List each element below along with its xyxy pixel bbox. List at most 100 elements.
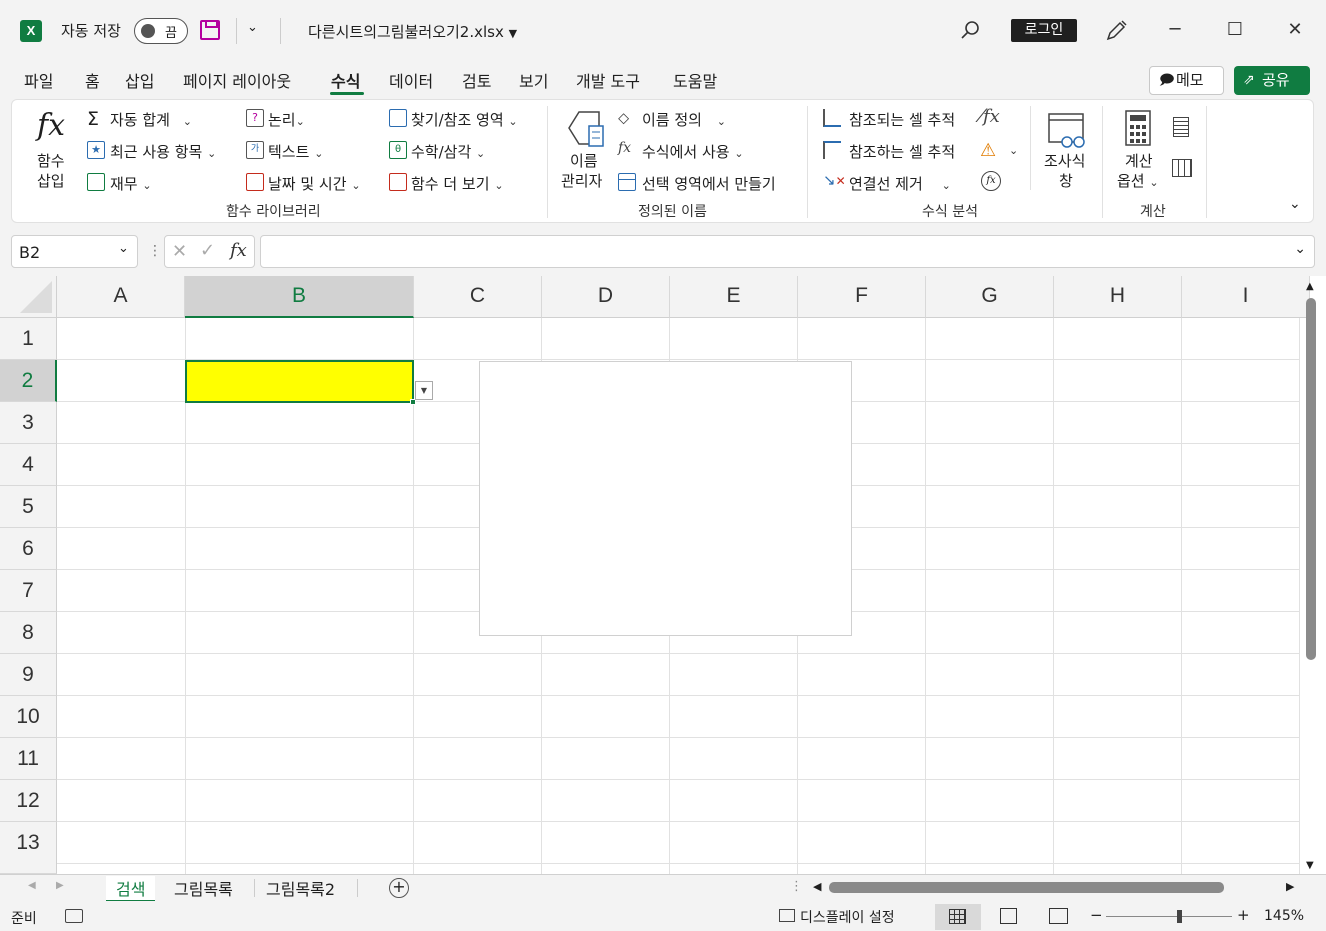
- chevron-down-icon[interactable]: ⌄: [1009, 144, 1018, 157]
- pen-icon[interactable]: [1104, 19, 1128, 43]
- column-header-g[interactable]: G: [926, 276, 1054, 318]
- scroll-up-icon[interactable]: ▲: [1306, 281, 1314, 292]
- sheet-tab-picture-list-2[interactable]: 그림목록2: [266, 876, 335, 900]
- sheet-tab-search[interactable]: 검색: [106, 876, 156, 902]
- calculate-sheet-icon[interactable]: [1172, 159, 1192, 177]
- column-header-e[interactable]: E: [670, 276, 798, 318]
- column-header-f[interactable]: F: [798, 276, 926, 318]
- page-break-view-icon[interactable]: [1049, 908, 1068, 924]
- autosave-toggle[interactable]: 끔: [134, 18, 188, 44]
- tab-data[interactable]: 데이터: [389, 68, 433, 92]
- enter-icon[interactable]: ✓: [200, 240, 215, 261]
- create-from-selection-button[interactable]: 선택 영역에서 만들기: [642, 173, 776, 194]
- insert-function-label-1[interactable]: 함수: [37, 150, 65, 171]
- show-formulas-icon[interactable]: ⁄fx: [980, 106, 1000, 127]
- calc-options-label-1[interactable]: 계산: [1125, 150, 1153, 171]
- scroll-down-icon[interactable]: ▼: [1306, 860, 1314, 871]
- row-header-4[interactable]: 4: [0, 444, 57, 486]
- close-icon[interactable]: ✕: [1283, 18, 1307, 42]
- vertical-scrollbar-thumb[interactable]: [1306, 298, 1316, 660]
- name-box[interactable]: B2 ⌄: [11, 235, 138, 268]
- cancel-icon[interactable]: ✕: [172, 241, 187, 262]
- trace-dependents-button[interactable]: 참조하는 셀 추적: [849, 141, 955, 162]
- drag-handle-icon[interactable]: ⋮: [148, 243, 162, 259]
- column-header-h[interactable]: H: [1054, 276, 1182, 318]
- file-name[interactable]: 다른시트의그림불러오기2.xlsx ▼: [308, 21, 517, 42]
- sheet-tab-picture-list[interactable]: 그림목록: [174, 876, 233, 900]
- split-handle-icon[interactable]: ⋮: [790, 879, 803, 894]
- text-button[interactable]: 텍스트 ⌄: [268, 141, 323, 162]
- row-header-8[interactable]: 8: [0, 612, 57, 654]
- dropdown-arrow-icon[interactable]: ▼: [415, 381, 433, 400]
- trace-precedents-button[interactable]: 참조되는 셀 추적: [849, 109, 955, 130]
- row-header-6[interactable]: 6: [0, 528, 57, 570]
- scroll-left-icon[interactable]: ◀: [813, 880, 821, 893]
- tab-page-layout[interactable]: 페이지 레이아웃: [183, 68, 291, 92]
- column-header-d[interactable]: D: [542, 276, 670, 318]
- accessibility-icon[interactable]: [65, 909, 83, 923]
- insert-function-icon[interactable]: fx: [230, 240, 247, 261]
- row-header-1[interactable]: 1: [0, 318, 57, 360]
- name-manager-label-2[interactable]: 관리자: [561, 170, 602, 191]
- search-icon[interactable]: [960, 20, 980, 40]
- zoom-out-icon[interactable]: −: [1090, 906, 1103, 924]
- column-header-i[interactable]: I: [1182, 276, 1310, 318]
- cell-b2-selected[interactable]: [185, 360, 414, 403]
- linked-picture[interactable]: [479, 361, 852, 636]
- ribbon-collapse-icon[interactable]: ⌄: [1289, 196, 1301, 212]
- row-header-3[interactable]: 3: [0, 402, 57, 444]
- finance-button[interactable]: 재무 ⌄: [110, 173, 152, 194]
- row-header-10[interactable]: 10: [0, 696, 57, 738]
- memo-button[interactable]: 🗩 메모: [1149, 66, 1224, 95]
- tab-file[interactable]: 파일: [24, 68, 53, 92]
- tab-formulas[interactable]: 수식: [331, 68, 360, 92]
- tab-help[interactable]: 도움말: [673, 68, 717, 92]
- row-header-12[interactable]: 12: [0, 780, 57, 822]
- error-checking-icon[interactable]: ⚠: [980, 140, 996, 161]
- row-header-7[interactable]: 7: [0, 570, 57, 612]
- name-manager-label-1[interactable]: 이름: [570, 150, 598, 171]
- remove-arrows-button[interactable]: 연결선 제거 ⌄: [849, 173, 951, 194]
- more-functions-button[interactable]: 함수 더 보기 ⌄: [411, 173, 504, 194]
- scroll-right-icon[interactable]: ▶: [1286, 880, 1294, 893]
- column-header-c[interactable]: C: [414, 276, 542, 318]
- tab-developer[interactable]: 개발 도구: [576, 68, 640, 92]
- row-header-5[interactable]: 5: [0, 486, 57, 528]
- evaluate-formula-icon[interactable]: fx: [981, 171, 1001, 191]
- datetime-button[interactable]: 날짜 및 시간 ⌄: [268, 173, 361, 194]
- login-button[interactable]: 로그인: [1011, 19, 1077, 42]
- row-header-2[interactable]: 2: [0, 360, 57, 402]
- row-header-9[interactable]: 9: [0, 654, 57, 696]
- column-header-a[interactable]: A: [57, 276, 185, 318]
- insert-function-label-2[interactable]: 삽입: [37, 170, 65, 191]
- recent-button[interactable]: 최근 사용 항목 ⌄: [110, 141, 216, 162]
- row-header-13[interactable]: 13: [0, 822, 57, 874]
- tab-review[interactable]: 검토: [462, 68, 491, 92]
- maximize-icon[interactable]: ☐: [1223, 18, 1247, 42]
- autosum-button[interactable]: 자동 합계 ⌄: [110, 109, 192, 130]
- minimize-icon[interactable]: ─: [1163, 18, 1187, 42]
- watch-window-label-2[interactable]: 창: [1059, 170, 1073, 191]
- qat-customize-icon[interactable]: ⌄: [247, 20, 258, 35]
- select-all-corner[interactable]: [0, 276, 57, 318]
- tab-view[interactable]: 보기: [519, 68, 548, 92]
- math-button[interactable]: 수학/삼각 ⌄: [411, 141, 485, 162]
- page-layout-view-icon[interactable]: [1000, 908, 1017, 924]
- column-header-b[interactable]: B: [185, 276, 414, 318]
- zoom-in-icon[interactable]: +: [1237, 906, 1250, 924]
- share-button[interactable]: ⇗ 공유: [1234, 66, 1310, 95]
- define-name-button[interactable]: 이름 정의 ⌄: [642, 109, 726, 130]
- use-in-formula-button[interactable]: 수식에서 사용 ⌄: [642, 141, 744, 162]
- logical-button[interactable]: 논리⌄: [268, 109, 305, 130]
- display-settings-button[interactable]: 디스플레이 설정: [800, 907, 895, 927]
- fx-icon[interactable]: fx: [37, 108, 65, 143]
- watch-window-label-1[interactable]: 조사식: [1044, 150, 1085, 171]
- row-header-11[interactable]: 11: [0, 738, 57, 780]
- zoom-slider[interactable]: [1106, 916, 1232, 917]
- add-sheet-icon[interactable]: +: [389, 878, 409, 898]
- tab-insert[interactable]: 삽입: [125, 68, 154, 92]
- calculate-now-icon[interactable]: [1173, 117, 1189, 137]
- zoom-slider-knob[interactable]: [1177, 910, 1182, 923]
- horizontal-scrollbar-thumb[interactable]: [829, 882, 1224, 893]
- tab-home[interactable]: 홈: [85, 68, 100, 92]
